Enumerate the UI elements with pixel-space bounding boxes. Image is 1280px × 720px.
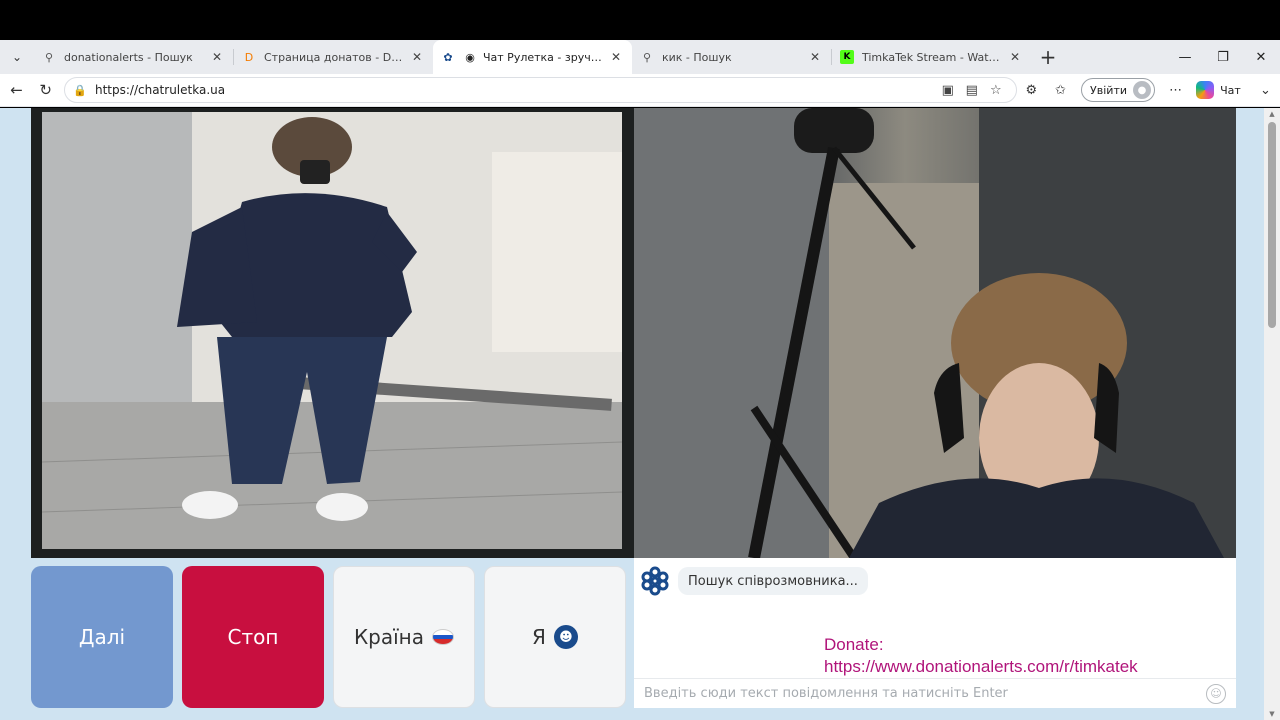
copilot-button[interactable]: Чат	[1196, 81, 1241, 99]
country-flag-icon	[432, 629, 455, 645]
user-avatar-icon: ☻	[553, 625, 578, 649]
donate-label: Donate:	[824, 635, 884, 654]
chatruletka-logo-icon	[641, 566, 669, 596]
close-icon[interactable]: ✕	[1007, 50, 1023, 64]
close-icon[interactable]: ✕	[608, 50, 624, 64]
tab-kick-stream[interactable]: K TimkaTek Stream - Watch Live on Kick ✕	[832, 40, 1031, 74]
page-scrollbar[interactable]: ▲ ▼	[1264, 108, 1280, 720]
donate-overlay: Donate: https://www.donationalerts.com/r…	[824, 634, 1138, 678]
partner-video-image	[42, 112, 622, 549]
next-button-label: Далі	[78, 625, 126, 649]
extensions-icon[interactable]: ⚙	[1017, 83, 1046, 98]
restore-icon[interactable]: ❐	[1204, 40, 1242, 74]
chat-message-input[interactable]	[644, 686, 1206, 701]
recording-icon: ◉	[465, 50, 475, 64]
search-status-message: Пошук співрозмовника...	[678, 567, 868, 595]
tab-bar: ⌄ ⚲ donationalerts - Пошук ✕ D Страница …	[0, 40, 1280, 74]
window-close-icon[interactable]: ✕	[1242, 40, 1280, 74]
scroll-up-icon[interactable]: ▲	[1264, 110, 1280, 118]
camera-icon[interactable]: ▣	[936, 83, 960, 98]
new-tab-icon[interactable]: +	[1031, 40, 1065, 74]
donate-link: https://www.donationalerts.com/r/timkate…	[824, 657, 1138, 676]
tab-list-dropdown-icon[interactable]: ⌄	[0, 40, 34, 74]
tab-title: Страница донатов - DonationAlerts	[264, 50, 403, 64]
country-button[interactable]: Країна	[333, 566, 475, 708]
minimize-icon[interactable]: —	[1166, 40, 1204, 74]
kick-icon: K	[840, 50, 854, 64]
tab-title: TimkaTek Stream - Watch Live on Kick	[862, 50, 1001, 64]
chatruletka-icon: ✿	[443, 50, 453, 64]
favorite-star-icon[interactable]: ☆	[984, 83, 1008, 98]
url-text: https://chatruletka.ua	[94, 83, 226, 97]
me-button-label: Я	[532, 625, 546, 649]
lock-icon[interactable]: 🔒	[73, 84, 87, 97]
favorites-icon[interactable]: ✩	[1046, 83, 1075, 98]
tab-title: donationalerts - Пошук	[64, 50, 193, 64]
copilot-icon	[1196, 81, 1215, 99]
refresh-icon[interactable]: ↻	[31, 81, 60, 99]
tab-chatruletka[interactable]: ✿ ◉ Чат Рулетка - зручний та безпечний ✕	[433, 40, 632, 74]
tab-title: кик - Пошук	[662, 50, 732, 64]
page-content: Далі Стоп Країна Я ☻ Пошук співрозмовник…	[0, 108, 1280, 720]
window-controls: — ❐ ✕	[1166, 40, 1280, 74]
tab-kick-search[interactable]: ⚲ кик - Пошук ✕	[632, 40, 831, 74]
search-icon: ⚲	[44, 50, 54, 64]
tab-title: Чат Рулетка - зручний та безпечний	[483, 50, 602, 64]
partner-video	[31, 108, 634, 558]
stop-button-label: Стоп	[227, 625, 279, 649]
back-icon[interactable]: ←	[2, 81, 31, 99]
scrollbar-thumb[interactable]	[1268, 122, 1276, 328]
donationalerts-icon: D	[244, 50, 254, 64]
copilot-label: Чат	[1220, 83, 1241, 97]
gender-me-button[interactable]: Я ☻	[484, 566, 626, 708]
close-icon[interactable]: ✕	[209, 50, 225, 64]
chat-panel: Пошук співрозмовника... Donate: https://…	[634, 558, 1236, 708]
search-status-text: Пошук співрозмовника...	[688, 573, 858, 589]
next-button[interactable]: Далі	[31, 566, 173, 708]
top-black-bar	[0, 0, 1280, 40]
scroll-down-icon[interactable]: ▼	[1264, 710, 1280, 718]
sign-in-label: Увійти	[1090, 83, 1127, 97]
search-icon: ⚲	[642, 50, 652, 64]
partner-video-frame	[42, 112, 622, 549]
more-options-icon[interactable]: ⋯	[1161, 83, 1190, 98]
chat-input-row: ☺	[634, 678, 1236, 708]
emoji-icon[interactable]: ☺	[1206, 683, 1226, 704]
sign-in-button[interactable]: Увійти ●	[1081, 78, 1155, 102]
reader-mode-icon[interactable]: ▤	[960, 83, 984, 98]
close-icon[interactable]: ✕	[409, 50, 425, 64]
country-button-label: Країна	[353, 625, 425, 649]
chevron-down-icon[interactable]: ⌄	[1251, 83, 1280, 98]
address-bar: ← ↻ 🔒 https://chatruletka.ua ▣ ▤ ☆ ⚙ ✩ У…	[0, 74, 1280, 107]
self-video	[634, 108, 1236, 558]
avatar-icon: ●	[1133, 81, 1151, 99]
url-field[interactable]: 🔒 https://chatruletka.ua ▣ ▤ ☆	[64, 77, 1017, 103]
close-icon[interactable]: ✕	[807, 50, 823, 64]
self-video-image	[634, 108, 1236, 558]
stop-button[interactable]: Стоп	[182, 566, 324, 708]
tab-donationalerts-page[interactable]: D Страница донатов - DonationAlerts ✕	[234, 40, 433, 74]
tab-donationalerts-search[interactable]: ⚲ donationalerts - Пошук ✕	[34, 40, 233, 74]
